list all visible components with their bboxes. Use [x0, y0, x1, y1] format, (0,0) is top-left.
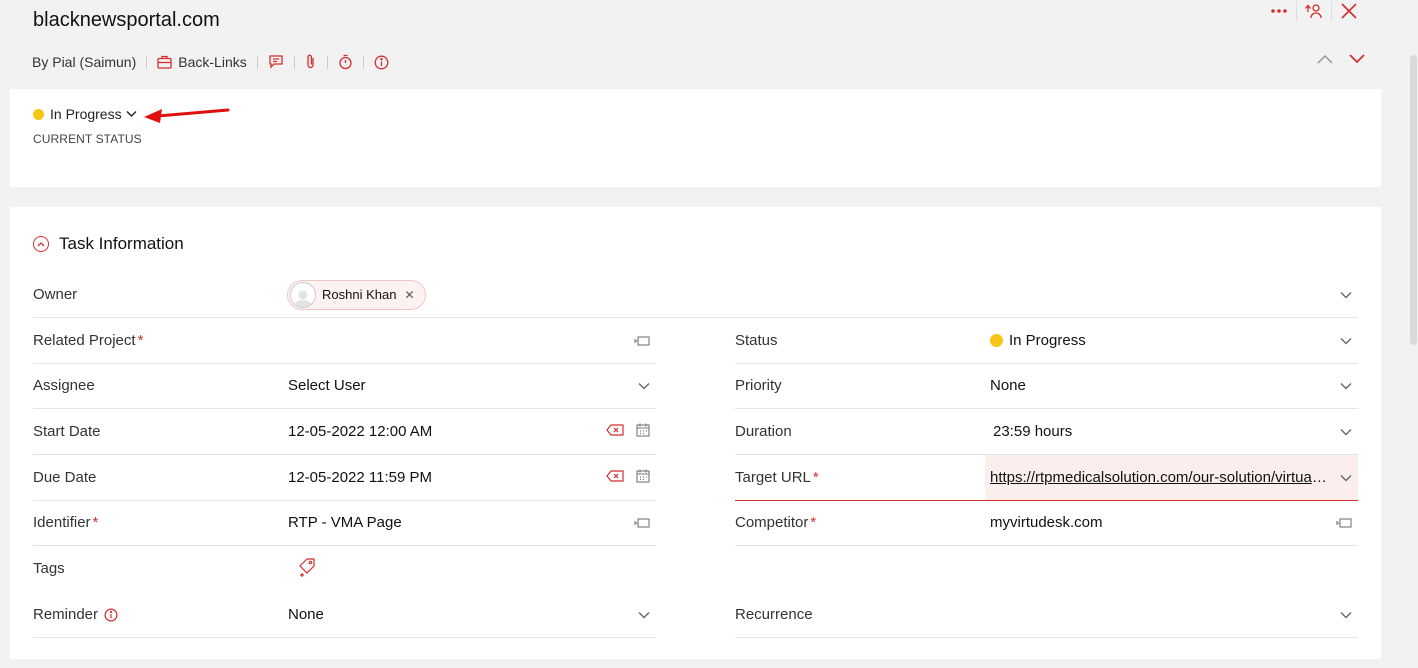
top-toolbar [1262, 0, 1366, 22]
recurrence-label: Recurrence [735, 606, 813, 623]
record-navigation [1316, 52, 1366, 70]
page-title: blacknewsportal.com [33, 9, 220, 31]
due-date-value: 12-05-2022 11:59 PM [288, 469, 432, 486]
chevron-down-icon [126, 110, 137, 118]
start-date-label: Start Date [33, 423, 101, 440]
remove-owner-icon[interactable]: ✕ [404, 288, 414, 302]
chevron-down-icon[interactable] [638, 382, 650, 390]
status-row[interactable]: Status In Progress [735, 318, 1358, 364]
comment-icon[interactable] [268, 55, 284, 69]
section-title: Task Information [59, 234, 184, 253]
related-project-label: Related Project [33, 332, 136, 349]
meta-bar: By Pial (Saimun) Back-Links [32, 52, 389, 72]
chevron-down-icon[interactable] [1340, 474, 1352, 482]
assignee-label: Assignee [33, 377, 95, 394]
status-dot [33, 108, 44, 120]
target-url-label: Target URL [735, 469, 811, 486]
calendar-icon[interactable] [636, 423, 650, 441]
current-status-dropdown[interactable]: In Progress [33, 106, 137, 122]
section-header[interactable]: Task Information [33, 234, 184, 254]
owner-name: Roshni Khan [322, 287, 397, 302]
current-status-value: In Progress [50, 106, 122, 122]
target-url-link[interactable]: https://rtpmedicalsolution.com/our-solut… [990, 469, 1330, 486]
priority-label: Priority [735, 377, 782, 394]
due-date-label: Due Date [33, 469, 97, 486]
identifier-value: RTP - VMA Page [288, 514, 402, 531]
avatar [290, 281, 316, 308]
close-icon[interactable] [1331, 1, 1366, 21]
follow-user-icon[interactable] [1296, 1, 1331, 21]
status-value: In Progress [1009, 332, 1086, 349]
competitor-row[interactable]: Competitor * myvirtudesk.com [735, 500, 1358, 546]
assignee-row[interactable]: Assignee Select User [33, 363, 656, 409]
competitor-value: myvirtudesk.com [990, 514, 1103, 531]
scrollbar-thumb[interactable] [1410, 55, 1417, 345]
clear-date-icon[interactable] [606, 469, 624, 486]
identifier-row[interactable]: Identifier * RTP - VMA Page [33, 500, 656, 546]
start-date-row[interactable]: Start Date 12-05-2022 12:00 AM [33, 409, 656, 455]
reminder-value: None [288, 606, 324, 623]
page-scrollbar[interactable] [1409, 0, 1418, 668]
status-dot [990, 334, 1003, 347]
calendar-icon[interactable] [636, 469, 650, 487]
status-label: Status [735, 332, 778, 349]
lookup-icon[interactable] [634, 335, 650, 347]
more-options-icon[interactable] [1262, 1, 1296, 21]
priority-row[interactable]: Priority None [735, 363, 1358, 409]
previous-record-icon[interactable] [1316, 52, 1334, 70]
priority-value: None [990, 377, 1026, 394]
tags-row[interactable]: Tags [33, 546, 656, 591]
info-icon[interactable] [374, 55, 389, 70]
info-icon[interactable] [104, 608, 118, 622]
duration-value: 23:59 hours [993, 423, 1073, 440]
reminder-row[interactable]: Reminder None [33, 592, 656, 638]
target-url-row[interactable]: Target URL * https://rtpmedicalsolution.c… [735, 455, 1358, 501]
lookup-icon[interactable] [1336, 517, 1352, 529]
start-date-value: 12-05-2022 12:00 AM [288, 423, 433, 440]
related-project-row[interactable]: Related Project * [33, 318, 656, 364]
collapse-icon[interactable] [33, 236, 49, 252]
duration-row[interactable]: Duration 23:59 hours [735, 409, 1358, 455]
recurrence-row[interactable]: Recurrence [735, 592, 1358, 638]
current-status-label: CURRENT STATUS [33, 132, 142, 146]
backlinks-link[interactable]: Back-Links [178, 54, 246, 70]
owner-row: Owner Roshni Khan ✕ [33, 272, 1358, 318]
attachment-icon[interactable] [305, 54, 317, 70]
annotation-arrow [144, 108, 230, 123]
chevron-down-icon[interactable] [1340, 611, 1352, 619]
chevron-down-icon[interactable] [1340, 428, 1352, 436]
assignee-value: Select User [288, 377, 366, 394]
briefcase-icon [157, 55, 172, 69]
identifier-label: Identifier [33, 514, 91, 531]
owner-chip[interactable]: Roshni Khan ✕ [287, 279, 426, 310]
chevron-down-icon[interactable] [638, 611, 650, 619]
reminder-label: Reminder [33, 606, 99, 623]
chevron-down-icon[interactable] [1340, 382, 1352, 390]
add-tag-icon[interactable] [298, 558, 316, 582]
owner-dropdown-icon[interactable] [1340, 291, 1352, 299]
duration-label: Duration [735, 423, 792, 440]
clear-date-icon[interactable] [606, 423, 624, 440]
author-link[interactable]: By Pial (Saimun) [32, 54, 136, 70]
next-record-icon[interactable] [1348, 52, 1366, 70]
due-date-row[interactable]: Due Date 12-05-2022 11:59 PM [33, 455, 656, 501]
timer-icon[interactable] [338, 54, 353, 70]
owner-label: Owner [33, 286, 78, 303]
chevron-down-icon[interactable] [1340, 337, 1352, 345]
competitor-label: Competitor [735, 514, 809, 531]
lookup-icon[interactable] [634, 517, 650, 529]
tags-label: Tags [33, 560, 65, 577]
